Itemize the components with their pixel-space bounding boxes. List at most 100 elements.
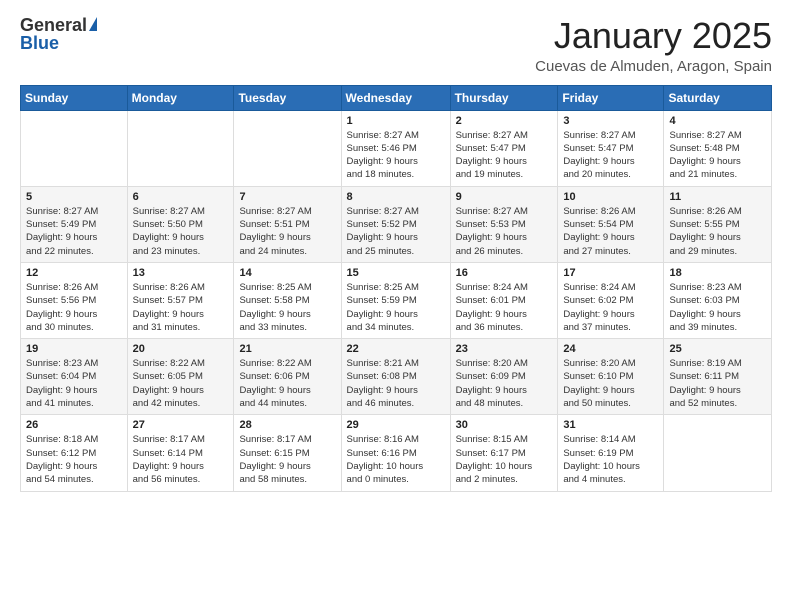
day-info: Sunrise: 8:27 AM Sunset: 5:51 PM Dayligh… [239, 205, 335, 258]
day-of-week-header: Tuesday [234, 85, 341, 110]
day-number: 10 [563, 191, 658, 203]
day-info: Sunrise: 8:27 AM Sunset: 5:47 PM Dayligh… [563, 129, 658, 182]
day-number: 20 [133, 343, 229, 355]
calendar-week-row: 12Sunrise: 8:26 AM Sunset: 5:56 PM Dayli… [21, 262, 772, 338]
day-number: 15 [347, 267, 445, 279]
calendar-cell [21, 110, 128, 186]
calendar-cell: 4 Sunrise: 8:27 AM Sunset: 5:48 PM Daylig… [664, 110, 772, 186]
month-title: January 2025 [535, 16, 772, 56]
calendar-cell: 25 Sunrise: 8:19 AM Sunset: 6:11 PM Dayli… [664, 339, 772, 415]
day-info: Sunrise: 8:26 AM Sunset: 5:54 PM Dayligh… [563, 205, 658, 258]
day-of-week-header: Wednesday [341, 85, 450, 110]
day-of-week-header: Friday [558, 85, 664, 110]
day-number: 8 [347, 191, 445, 203]
day-number: 14 [239, 267, 335, 279]
day-number: 27 [133, 419, 229, 431]
logo: General Blue [20, 16, 97, 52]
day-info: Sunrise: 8:27 AM Sunset: 5:53 PM Dayligh… [456, 205, 553, 258]
day-number: 6 [133, 191, 229, 203]
calendar-cell: 26 Sunrise: 8:18 AM Sunset: 6:12 PM Dayli… [21, 415, 128, 491]
calendar-cell: 22 Sunrise: 8:21 AM Sunset: 6:08 PM Dayli… [341, 339, 450, 415]
day-of-week-header: Thursday [450, 85, 558, 110]
page: General Blue January 2025 Cuevas de Almu… [0, 0, 792, 612]
day-number: 22 [347, 343, 445, 355]
day-number: 26 [26, 419, 122, 431]
calendar-cell: 3 Sunrise: 8:27 AM Sunset: 5:47 PM Daylig… [558, 110, 664, 186]
day-number: 17 [563, 267, 658, 279]
day-number: 5 [26, 191, 122, 203]
day-info: Sunrise: 8:23 AM Sunset: 6:03 PM Dayligh… [669, 281, 766, 334]
day-number: 29 [347, 419, 445, 431]
day-number: 13 [133, 267, 229, 279]
day-of-week-header: Saturday [664, 85, 772, 110]
day-info: Sunrise: 8:27 AM Sunset: 5:48 PM Dayligh… [669, 129, 766, 182]
logo-triangle-icon [89, 17, 97, 31]
day-number: 18 [669, 267, 766, 279]
calendar-cell: 20Sunrise: 8:22 AM Sunset: 6:05 PM Dayli… [127, 339, 234, 415]
day-info: Sunrise: 8:26 AM Sunset: 5:55 PM Dayligh… [669, 205, 766, 258]
day-number: 2 [456, 115, 553, 127]
calendar-cell: 14 Sunrise: 8:25 AM Sunset: 5:58 PM Dayli… [234, 262, 341, 338]
day-info: Sunrise: 8:24 AM Sunset: 6:02 PM Dayligh… [563, 281, 658, 334]
day-info: Sunrise: 8:16 AM Sunset: 6:16 PM Dayligh… [347, 433, 445, 486]
day-info: Sunrise: 8:25 AM Sunset: 5:59 PM Dayligh… [347, 281, 445, 334]
day-number: 9 [456, 191, 553, 203]
calendar-cell: 10 Sunrise: 8:26 AM Sunset: 5:54 PM Dayli… [558, 186, 664, 262]
day-info: Sunrise: 8:14 AM Sunset: 6:19 PM Dayligh… [563, 433, 658, 486]
calendar-cell: 21 Sunrise: 8:22 AM Sunset: 6:06 PM Dayli… [234, 339, 341, 415]
day-number: 3 [563, 115, 658, 127]
calendar-cell: 9 Sunrise: 8:27 AM Sunset: 5:53 PM Daylig… [450, 186, 558, 262]
calendar-cell: 24 Sunrise: 8:20 AM Sunset: 6:10 PM Dayli… [558, 339, 664, 415]
calendar-cell: 15 Sunrise: 8:25 AM Sunset: 5:59 PM Dayli… [341, 262, 450, 338]
header: General Blue January 2025 Cuevas de Almu… [20, 16, 772, 75]
logo-general-text: General [20, 16, 87, 34]
day-number: 1 [347, 115, 445, 127]
title-section: January 2025 Cuevas de Almuden, Aragon, … [535, 16, 772, 75]
calendar-cell: 23Sunrise: 8:20 AM Sunset: 6:09 PM Dayli… [450, 339, 558, 415]
day-number: 30 [456, 419, 553, 431]
calendar-cell: 8 Sunrise: 8:27 AM Sunset: 5:52 PM Daylig… [341, 186, 450, 262]
calendar-cell [127, 110, 234, 186]
day-number: 24 [563, 343, 658, 355]
day-info: Sunrise: 8:17 AM Sunset: 6:15 PM Dayligh… [239, 433, 335, 486]
day-info: Sunrise: 8:21 AM Sunset: 6:08 PM Dayligh… [347, 357, 445, 410]
day-info: Sunrise: 8:18 AM Sunset: 6:12 PM Dayligh… [26, 433, 122, 486]
calendar-cell: 29 Sunrise: 8:16 AM Sunset: 6:16 PM Dayli… [341, 415, 450, 491]
calendar-cell: 16Sunrise: 8:24 AM Sunset: 6:01 PM Dayli… [450, 262, 558, 338]
logo-blue-text: Blue [20, 34, 59, 52]
day-info: Sunrise: 8:25 AM Sunset: 5:58 PM Dayligh… [239, 281, 335, 334]
day-info: Sunrise: 8:27 AM Sunset: 5:50 PM Dayligh… [133, 205, 229, 258]
calendar-week-row: 5Sunrise: 8:27 AM Sunset: 5:49 PM Daylig… [21, 186, 772, 262]
calendar-cell: 12Sunrise: 8:26 AM Sunset: 5:56 PM Dayli… [21, 262, 128, 338]
day-number: 23 [456, 343, 553, 355]
day-info: Sunrise: 8:23 AM Sunset: 6:04 PM Dayligh… [26, 357, 122, 410]
calendar-cell: 18 Sunrise: 8:23 AM Sunset: 6:03 PM Dayli… [664, 262, 772, 338]
day-number: 16 [456, 267, 553, 279]
day-number: 12 [26, 267, 122, 279]
calendar-cell: 31 Sunrise: 8:14 AM Sunset: 6:19 PM Dayli… [558, 415, 664, 491]
calendar-cell: 19Sunrise: 8:23 AM Sunset: 6:04 PM Dayli… [21, 339, 128, 415]
calendar-cell: 27 Sunrise: 8:17 AM Sunset: 6:14 PM Dayli… [127, 415, 234, 491]
day-info: Sunrise: 8:19 AM Sunset: 6:11 PM Dayligh… [669, 357, 766, 410]
day-number: 31 [563, 419, 658, 431]
day-number: 11 [669, 191, 766, 203]
day-number: 4 [669, 115, 766, 127]
calendar-cell: 5Sunrise: 8:27 AM Sunset: 5:49 PM Daylig… [21, 186, 128, 262]
calendar-week-row: 26 Sunrise: 8:18 AM Sunset: 6:12 PM Dayli… [21, 415, 772, 491]
location-title: Cuevas de Almuden, Aragon, Spain [535, 58, 772, 75]
day-info: Sunrise: 8:27 AM Sunset: 5:52 PM Dayligh… [347, 205, 445, 258]
day-info: Sunrise: 8:22 AM Sunset: 6:06 PM Dayligh… [239, 357, 335, 410]
day-of-week-header: Sunday [21, 85, 128, 110]
day-info: Sunrise: 8:17 AM Sunset: 6:14 PM Dayligh… [133, 433, 229, 486]
calendar-cell [234, 110, 341, 186]
calendar-table: SundayMondayTuesdayWednesdayThursdayFrid… [20, 85, 772, 492]
calendar-cell: 6 Sunrise: 8:27 AM Sunset: 5:50 PM Daylig… [127, 186, 234, 262]
calendar-week-row: 1Sunrise: 8:27 AM Sunset: 5:46 PM Daylig… [21, 110, 772, 186]
day-number: 28 [239, 419, 335, 431]
day-number: 25 [669, 343, 766, 355]
calendar-cell: 1Sunrise: 8:27 AM Sunset: 5:46 PM Daylig… [341, 110, 450, 186]
day-info: Sunrise: 8:15 AM Sunset: 6:17 PM Dayligh… [456, 433, 553, 486]
day-info: Sunrise: 8:20 AM Sunset: 6:10 PM Dayligh… [563, 357, 658, 410]
day-number: 21 [239, 343, 335, 355]
calendar-cell: 11 Sunrise: 8:26 AM Sunset: 5:55 PM Dayli… [664, 186, 772, 262]
